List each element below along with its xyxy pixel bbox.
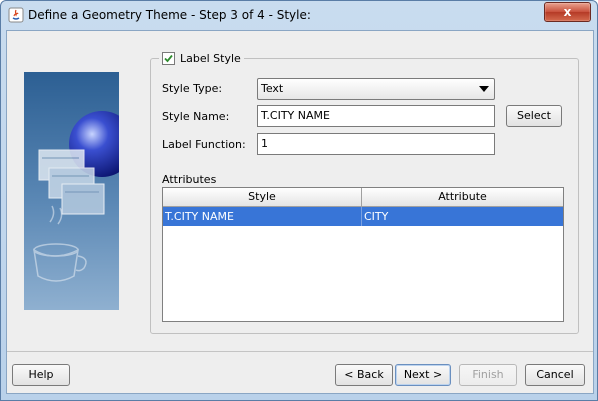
style-name-field-box — [257, 105, 495, 127]
label-style-checkbox[interactable] — [162, 51, 175, 65]
close-icon: x — [563, 5, 572, 19]
style-type-value: Text — [261, 82, 284, 95]
next-button[interactable]: Next > — [395, 364, 451, 386]
chevron-down-icon — [479, 86, 489, 92]
table-row[interactable]: T.CITY NAME CITY — [163, 207, 563, 226]
style-type-dropdown[interactable]: Text — [257, 78, 495, 100]
label-style-legend: Label Style — [159, 50, 244, 66]
finish-button-label: Finish — [472, 368, 504, 381]
cancel-button[interactable]: Cancel — [525, 364, 585, 386]
back-button[interactable]: < Back — [335, 364, 393, 386]
select-button-label: Select — [517, 109, 551, 122]
footer-divider — [7, 351, 593, 352]
window-title: Define a Geometry Theme - Step 3 of 4 - … — [28, 8, 311, 22]
table-cell-style[interactable]: T.CITY NAME — [163, 207, 362, 226]
column-header-attribute[interactable]: Attribute — [362, 188, 563, 206]
cancel-button-label: Cancel — [536, 368, 574, 381]
close-button[interactable]: x — [544, 2, 591, 22]
label-function-label: Label Function: — [162, 138, 246, 151]
label-function-input[interactable] — [258, 134, 492, 152]
dialog-content: Label Style Style Type: Text Style Name:… — [6, 30, 594, 394]
label-function-field-box — [257, 133, 495, 155]
next-button-label: Next > — [403, 368, 443, 381]
dialog-window: Define a Geometry Theme - Step 3 of 4 - … — [0, 0, 598, 401]
select-button[interactable]: Select — [506, 105, 562, 127]
back-button-label: < Back — [344, 368, 384, 381]
label-style-label: Label Style — [180, 51, 241, 65]
column-header-style[interactable]: Style — [163, 188, 362, 206]
table-cell-attribute[interactable]: CITY — [362, 207, 563, 226]
attributes-label: Attributes — [162, 173, 217, 186]
title-bar[interactable]: Define a Geometry Theme - Step 3 of 4 - … — [1, 1, 597, 29]
style-type-label: Style Type: — [162, 82, 223, 95]
style-name-label: Style Name: — [162, 110, 230, 123]
attributes-table[interactable]: Style Attribute T.CITY NAME CITY — [162, 187, 564, 322]
help-button[interactable]: Help — [12, 364, 70, 386]
table-header: Style Attribute — [163, 188, 563, 207]
java-app-icon — [8, 7, 24, 23]
finish-button: Finish — [459, 364, 517, 386]
help-button-label: Help — [28, 368, 54, 381]
wizard-graphic-image — [24, 72, 119, 310]
style-name-input[interactable] — [258, 106, 492, 124]
checkmark-icon — [164, 54, 173, 62]
